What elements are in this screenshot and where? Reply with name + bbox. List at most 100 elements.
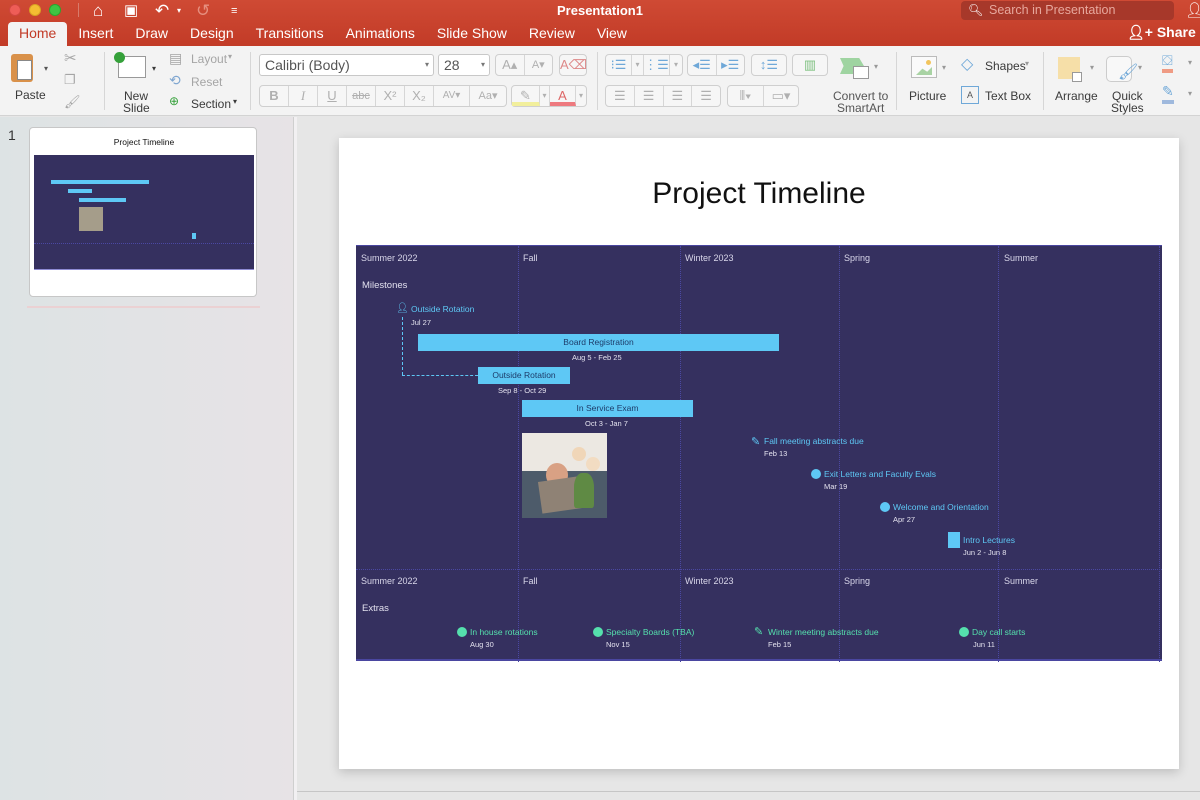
season-divider [839,246,840,662]
layout-icon: ▤ [169,50,183,66]
bold-button[interactable]: B [260,86,289,106]
format-painter-icon[interactable]: 🖌︎ [64,94,81,110]
bar-dates: Sep 8 - Oct 29 [498,386,547,395]
copy-icon[interactable]: ❐ [64,72,76,88]
divider [1043,52,1044,110]
season-label: Winter 2023 [685,576,734,586]
season-label: Winter 2023 [685,253,734,263]
extras-group-label: Extras [362,603,389,614]
picture-label: Picture [909,89,947,103]
notes-splitter[interactable] [297,791,1200,800]
font-color-button[interactable]: A [550,86,576,106]
section-divider [356,569,1162,570]
numbering-dropdown-icon[interactable]: ▾ [670,55,682,75]
increase-indent-button[interactable]: ▸☰ [717,55,745,75]
tab-home[interactable]: Home [8,22,68,46]
search-icon: 🔍︎ [968,3,984,17]
tab-design[interactable]: Design [179,22,245,46]
columns-button[interactable]: ▥ [792,54,828,76]
extra-label[interactable]: Day call starts [972,627,1025,637]
highlight-dropdown-icon[interactable]: ▾ [540,86,550,106]
tab-slide-show[interactable]: Slide Show [426,22,518,46]
milestone-date: Mar 19 [824,482,848,491]
tab-draw[interactable]: Draw [124,22,179,46]
arrange-label: Arrange [1055,89,1098,103]
account-icon[interactable]: 👤︎ [1185,1,1200,19]
align-text-button[interactable]: ▭▾ [764,86,798,106]
outline-dropdown-icon: ▾ [1188,89,1193,98]
bullets-dropdown-icon[interactable]: ▾ [632,55,644,75]
tab-transitions[interactable]: Transitions [245,22,335,46]
timeline-photo[interactable] [522,433,607,518]
extra-label[interactable]: In house rotations [470,627,538,637]
justify-button[interactable]: ☰ [692,86,720,106]
timeline-graphic[interactable]: Summer 2022 Fall Winter 2023 Spring Summ… [356,245,1162,662]
search-placeholder: Search in Presentation [989,3,1116,17]
shapes-icon: ◇ [961,56,974,73]
font-color-dropdown-icon[interactable]: ▾ [576,86,586,106]
strikethrough-button[interactable]: abc [347,86,376,106]
change-case-button[interactable]: Aa▾ [470,86,506,106]
align-center-button[interactable]: ☰ [635,86,664,106]
timeline-bar[interactable]: Outside Rotation [478,367,570,384]
search-input[interactable]: 🔍︎ Search in Presentation [961,1,1174,20]
italic-button[interactable]: I [289,86,318,106]
season-divider [680,246,681,662]
reset-icon: ⟲ [169,72,181,88]
align-right-button[interactable]: ☰ [664,86,693,106]
highlight-color-button[interactable]: ✎ [512,86,540,106]
numbering-button[interactable]: ⋮☰ [644,55,670,75]
milestone-label[interactable]: Exit Letters and Faculty Evals [824,469,936,479]
align-left-button[interactable]: ☰ [606,86,635,106]
tab-review[interactable]: Review [518,22,586,46]
milestone-label[interactable]: Outside Rotation [411,304,474,314]
divider [597,52,598,110]
increase-font-size-button[interactable]: A▴ [496,55,525,75]
bullets-button[interactable]: ⁝☰ [606,55,632,75]
section-dropdown-icon: ▾ [233,97,238,106]
paste-dropdown-icon[interactable]: ▾ [44,64,48,73]
font-size-select[interactable]: 28 ▾ [438,54,490,76]
quick-styles-dropdown-icon: ▾ [1138,63,1143,72]
paste-label: Paste [15,88,46,102]
timeline-bar[interactable]: In Service Exam [522,400,693,417]
divider [896,52,897,110]
font-name-select[interactable]: Calibri (Body) ▾ [259,54,434,76]
slide-title[interactable]: Project Timeline [339,177,1179,211]
extra-label[interactable]: Specialty Boards (TBA) [606,627,694,637]
list-buttons: ⁝☰ ▾ ⋮☰ ▾ [605,54,683,76]
extra-label[interactable]: Winter meeting abstracts due [768,627,879,637]
slide-thumbnail[interactable]: Project Timeline [29,127,257,297]
reset-label: Reset [191,75,223,89]
line-spacing-button[interactable]: ↕☰ [751,54,787,76]
subscript-button[interactable]: X₂ [405,86,434,106]
clear-formatting-button[interactable]: A⌫ [559,54,587,76]
section-icon: ⊕ [169,94,180,108]
timeline-bar[interactable]: Board Registration [418,334,779,351]
milestones-group-label: Milestones [362,280,408,291]
shapes-dropdown-icon: ▾ [1025,59,1030,68]
layout-dropdown-icon: ▾ [228,52,233,61]
arrange-front-icon [1072,72,1082,82]
add-person-icon: 👤︎+ [1127,24,1153,40]
milestone-date: Jun 2 - Jun 8 [963,548,1007,557]
new-slide-dropdown-icon[interactable]: ▾ [152,64,156,73]
milestone-label[interactable]: Fall meeting abstracts due [764,436,864,446]
milestone-label[interactable]: Welcome and Orientation [893,502,989,512]
superscript-button[interactable]: X² [376,86,405,106]
cut-icon[interactable]: ✂ [64,49,77,67]
title-bar: ⌂ ▣ ↶ ▾ ↺ ≡ Presentation1 🔍︎ Search in P… [0,0,1200,46]
decrease-indent-button[interactable]: ◂☰ [688,55,717,75]
tab-insert[interactable]: Insert [67,22,124,46]
divider [250,52,251,110]
decrease-font-size-button[interactable]: A▾ [525,55,553,75]
pencil-icon: ✎ [751,436,761,448]
milestone-label[interactable]: Intro Lectures [963,535,1015,545]
text-direction-button[interactable]: ⫴▾ [728,86,764,106]
thumbnail-title: Project Timeline [113,137,175,147]
underline-button[interactable]: U [318,86,347,106]
tab-view[interactable]: View [586,22,638,46]
share-button[interactable]: 👤︎+ Share [1127,24,1196,41]
tab-animations[interactable]: Animations [335,22,426,46]
character-spacing-button[interactable]: AV▾ [434,86,470,106]
